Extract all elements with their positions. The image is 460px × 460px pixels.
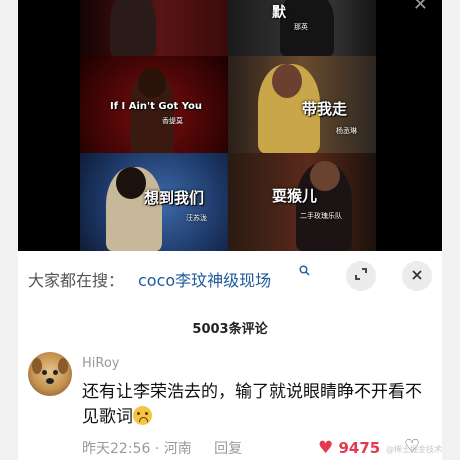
comment-time-location: 昨天22:56 · 河南 [82, 441, 192, 457]
comment-meta: 昨天22:56 · 河南 回复 [82, 438, 242, 458]
video-cell: 默 那英 [228, 0, 376, 56]
video-cell: 想到我们 汪苏泷 [80, 153, 228, 251]
crying-face-icon [133, 406, 152, 425]
trending-search-bar[interactable]: 大家都在搜： coco李玟神级现场 [18, 251, 442, 303]
video-cell [80, 0, 228, 56]
comment-text: 还有让李荣浩去的，输了就说眼睛睁不开看不见歌词 [82, 380, 437, 430]
reply-button[interactable]: 回复 [214, 441, 242, 457]
close-button[interactable] [402, 261, 432, 291]
comment-username[interactable]: HiRoy [82, 356, 119, 371]
expand-icon [354, 267, 368, 285]
search-icon[interactable] [299, 265, 310, 279]
singer-name: 香缇莫 [162, 117, 183, 125]
comment-body: 还有让李荣浩去的，输了就说眼睛睁不开看不见歌词 [82, 382, 422, 427]
video-cell: 带我走 杨丞琳 [228, 56, 376, 153]
singer-head [116, 167, 146, 199]
singer-name: 二手玫瑰乐队 [300, 212, 342, 220]
close-icon [411, 267, 423, 285]
song-caption: 耍猴儿 [272, 187, 318, 205]
singer-name: 那英 [294, 23, 308, 31]
video-player[interactable]: ✕ 默 那英 If I Ain't Got You 香缇莫 带我走 杨丞琳 想到… [18, 0, 442, 251]
expand-button[interactable] [346, 261, 376, 291]
song-caption: If I Ain't Got You [110, 101, 203, 112]
watermark: @稀土掘金技术社区 [386, 445, 442, 454]
comment-sheet: ✕ 默 那英 If I Ain't Got You 香缇莫 带我走 杨丞琳 想到… [18, 0, 442, 460]
singer-name: 汪苏泷 [186, 214, 207, 222]
singer-name: 杨丞琳 [336, 127, 357, 135]
song-caption: 想到我们 [144, 189, 205, 207]
singer-head [138, 68, 166, 98]
song-caption: 带我走 [302, 100, 348, 118]
video-cell: 耍猴儿 二手玫瑰乐队 [228, 153, 376, 251]
trending-search-prefix: 大家都在搜： [28, 271, 125, 290]
comment-count: 5003条评论 [192, 322, 268, 337]
trending-search-query[interactable]: coco李玟神级现场 [138, 267, 271, 291]
avatar[interactable] [28, 352, 72, 396]
singer-head [272, 64, 302, 98]
like-button[interactable]: ♥ 9475 [318, 438, 380, 458]
singer-figure [110, 0, 156, 56]
heart-icon: ♥ [318, 438, 334, 458]
video-collage: 默 那英 If I Ain't Got You 香缇莫 带我走 杨丞琳 想到我们… [80, 0, 376, 251]
like-count: 9475 [338, 439, 381, 457]
video-cell: If I Ain't Got You 香缇莫 [80, 56, 228, 153]
song-caption: 默 [272, 5, 286, 21]
video-close-icon[interactable]: ✕ [413, 0, 428, 15]
